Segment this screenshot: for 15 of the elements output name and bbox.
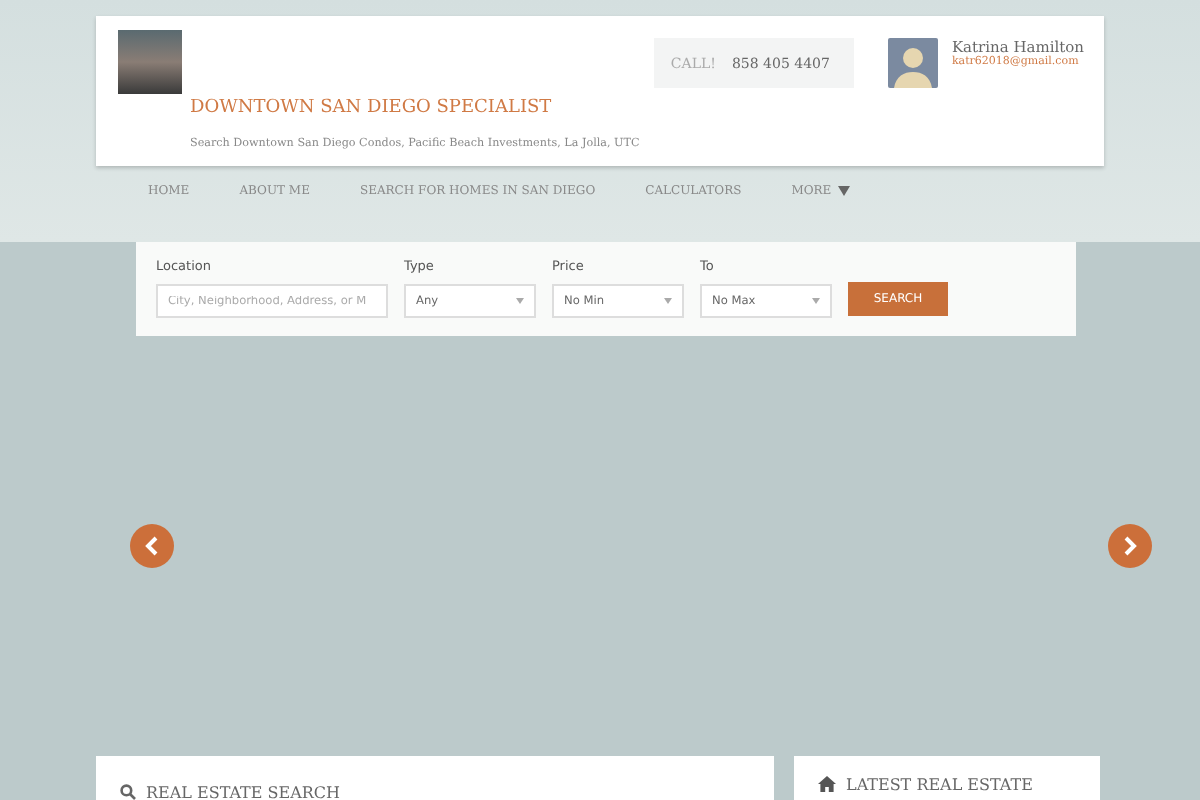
dropdown-arrow-icon xyxy=(664,298,672,304)
previous-button[interactable] xyxy=(130,524,174,568)
chevron-right-icon xyxy=(1122,536,1138,556)
panel-title: LATEST REAL ESTATE xyxy=(846,776,1033,794)
photo-placeholder xyxy=(118,30,182,94)
panel-title: REAL ESTATE SEARCH xyxy=(146,784,340,800)
dropdown-arrow-icon xyxy=(812,298,820,304)
house-icon xyxy=(818,776,836,792)
dropdown-arrow-icon xyxy=(516,298,524,304)
avatar-silhouette-icon xyxy=(887,38,938,88)
next-button[interactable] xyxy=(1108,524,1152,568)
site-title: DOWNTOWN SAN DIEGO SPECIALIST xyxy=(190,98,554,118)
caret-icon xyxy=(837,186,850,196)
chevron-left-icon xyxy=(144,536,160,556)
search-icon xyxy=(120,784,136,800)
